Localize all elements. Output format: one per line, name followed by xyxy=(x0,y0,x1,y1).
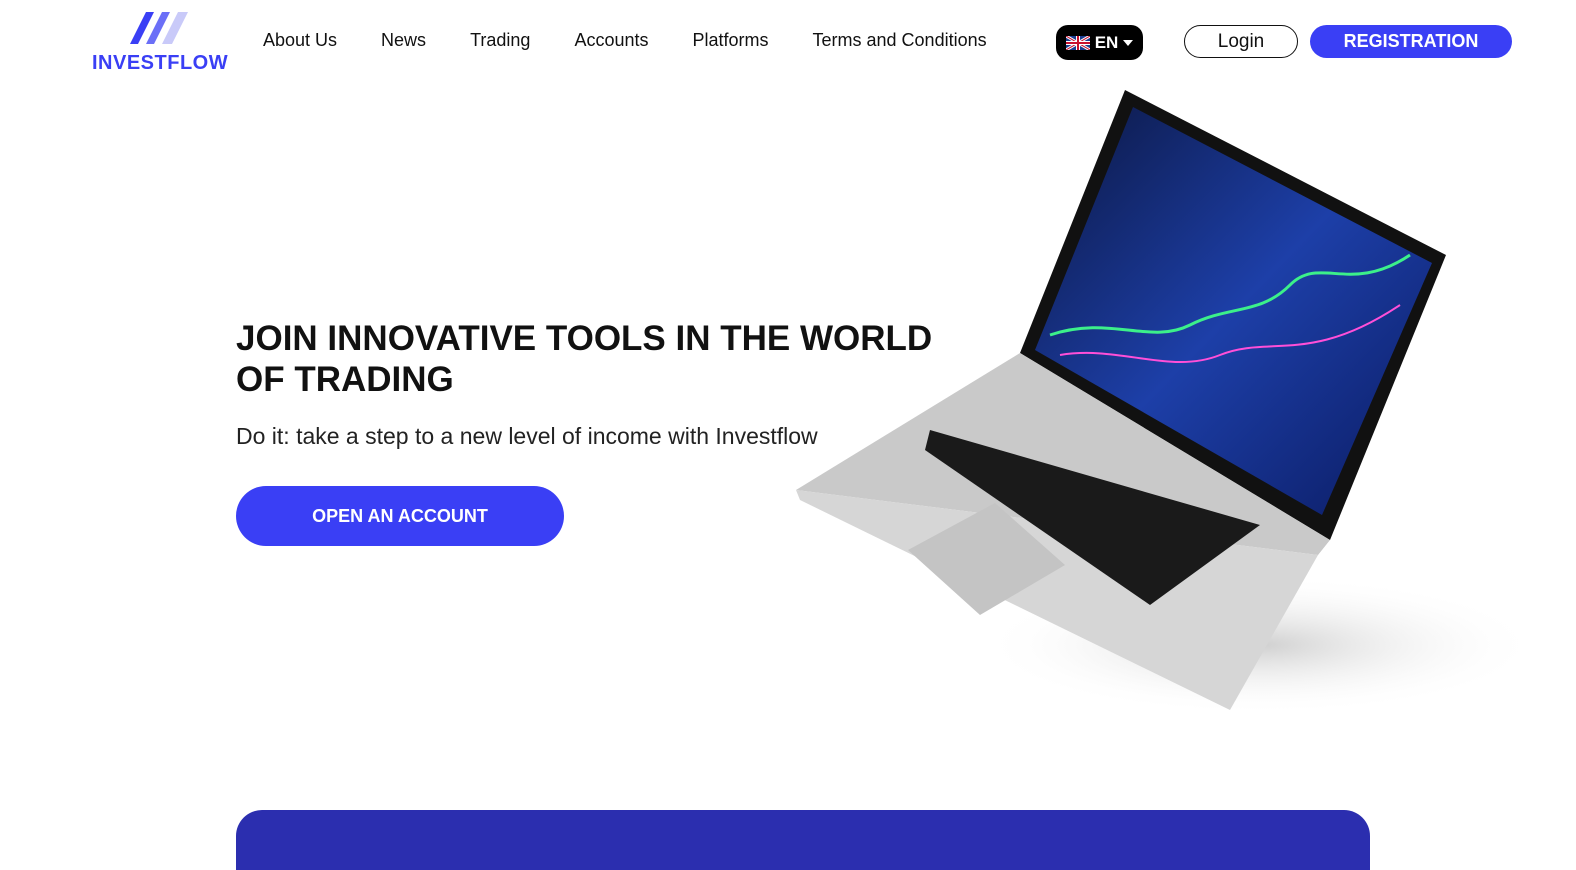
hero-subtitle: Do it: take a step to a new level of inc… xyxy=(236,423,818,449)
nav-terms[interactable]: Terms and Conditions xyxy=(813,30,987,51)
nav-accounts[interactable]: Accounts xyxy=(574,30,648,51)
main-nav: About Us News Trading Accounts Platforms… xyxy=(263,30,1031,51)
uk-flag-icon xyxy=(1065,35,1090,50)
logo-mark-icon xyxy=(130,12,188,44)
login-button[interactable]: Login xyxy=(1184,25,1298,58)
nav-about-us[interactable]: About Us xyxy=(263,30,337,51)
logo[interactable]: INVESTFLOW xyxy=(92,8,232,78)
nav-platforms[interactable]: Platforms xyxy=(692,30,768,51)
language-label: EN xyxy=(1094,32,1119,52)
open-account-button[interactable]: OPEN AN ACCOUNT xyxy=(236,486,564,546)
logo-text: INVESTFLOW xyxy=(92,52,229,74)
registration-button[interactable]: REGISTRATION xyxy=(1310,25,1512,58)
feature-band xyxy=(236,810,1370,870)
laptop-image xyxy=(796,90,1530,715)
nav-news[interactable]: News xyxy=(381,30,426,51)
language-selector[interactable]: EN xyxy=(1056,25,1143,60)
nav-trading[interactable]: Trading xyxy=(470,30,530,51)
chevron-down-icon xyxy=(1123,39,1134,46)
